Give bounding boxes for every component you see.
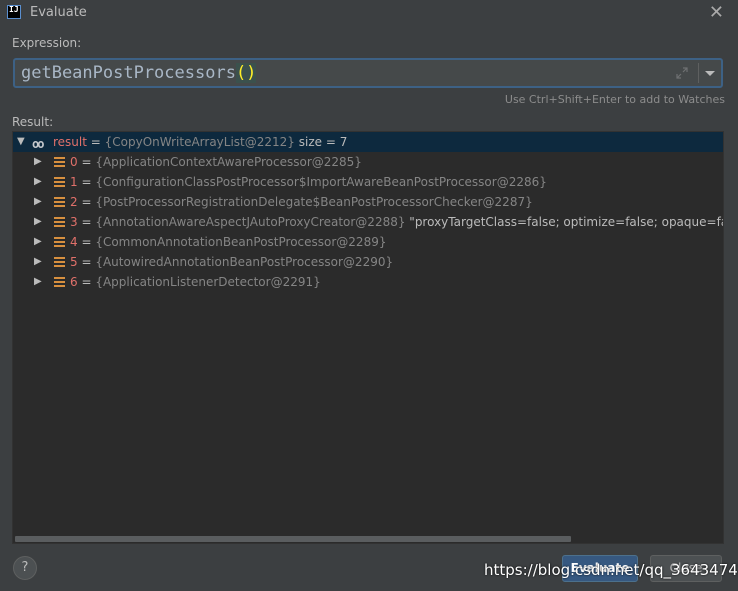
row-text: 3 = {AnnotationAwareAspectJAutoProxyCrea… — [70, 212, 723, 232]
row-text: 5 = {AutowiredAnnotationBeanPostProcesso… — [70, 252, 393, 272]
row-text: 1 = {ConfigurationClassPostProcessor$Imp… — [70, 172, 547, 192]
row-index: 3 — [70, 215, 78, 229]
tree-row[interactable]: ▶ 5 = {AutowiredAnnotationBeanPostProces… — [13, 252, 723, 272]
expand-triangle-icon[interactable]: ▶ — [34, 172, 42, 192]
field-icon — [54, 277, 65, 287]
expand-triangle-icon[interactable]: ▶ — [34, 272, 42, 292]
expression-text[interactable]: getBeanPostProcessors() — [21, 63, 257, 83]
collapse-triangle-icon[interactable]: ▼ — [17, 132, 25, 152]
watermark: https://blog.csdn.net/qq_36434742 — [484, 561, 738, 579]
intellij-app-icon: IJ — [7, 5, 21, 19]
row-text: 4 = {CommonAnnotationBeanPostProcessor@2… — [70, 232, 386, 252]
row-eq: = — [77, 155, 96, 169]
row-text: 6 = {ApplicationListenerDetector@2291} — [70, 272, 321, 292]
expand-triangle-icon[interactable]: ▶ — [34, 232, 42, 252]
row-index: 1 — [70, 175, 78, 189]
root-node-text: result = {CopyOnWriteArrayList@2212} siz… — [53, 132, 347, 152]
tree-row[interactable]: ▶ 1 = {ConfigurationClassPostProcessor$I… — [13, 172, 723, 192]
row-eq: = — [77, 275, 96, 289]
expression-input[interactable]: getBeanPostProcessors() — [13, 58, 723, 88]
result-label: Result: — [12, 115, 54, 129]
help-button[interactable]: ? — [13, 556, 37, 580]
field-icon — [54, 237, 65, 247]
row-index: 5 — [70, 255, 78, 269]
root-size: size = 7 — [294, 135, 348, 149]
horizontal-scrollbar[interactable] — [13, 534, 723, 543]
row-value: "proxyTargetClass=false; optimize=false;… — [409, 215, 723, 229]
row-eq: = — [77, 215, 96, 229]
expand-triangle-icon[interactable]: ▶ — [34, 192, 42, 212]
root-eq: = — [86, 135, 105, 149]
scrollbar-thumb[interactable] — [15, 536, 571, 542]
expand-triangle-icon[interactable]: ▶ — [34, 252, 42, 272]
field-icon — [54, 157, 65, 167]
tree-row[interactable]: ▶ 4 = {CommonAnnotationBeanPostProcessor… — [13, 232, 723, 252]
close-icon[interactable]: ✕ — [709, 2, 724, 23]
root-type: {CopyOnWriteArrayList@2212} — [104, 135, 295, 149]
tree-row[interactable]: ▶ 6 = {ApplicationListenerDetector@2291} — [13, 272, 723, 292]
expand-triangle-icon[interactable]: ▶ — [34, 152, 42, 172]
row-type: {AnnotationAwareAspectJAutoProxyCreator@… — [95, 215, 406, 229]
row-index: 6 — [70, 275, 78, 289]
expression-method: getBeanPostProcessors — [21, 63, 236, 83]
row-text: 0 = {ApplicationContextAwareProcessor@22… — [70, 152, 362, 172]
row-type: {AutowiredAnnotationBeanPostProcessor@22… — [95, 255, 394, 269]
root-name: result — [53, 135, 87, 149]
window-title: Evaluate — [30, 5, 87, 20]
tree-row[interactable]: ▶ 0 = {ApplicationContextAwareProcessor@… — [13, 152, 723, 172]
row-index: 0 — [70, 155, 78, 169]
glasses-icon: oo — [32, 137, 45, 151]
row-text: 2 = {PostProcessorRegistrationDelegate$B… — [70, 192, 533, 212]
row-eq: = — [77, 235, 96, 249]
expression-label: Expression: — [12, 36, 82, 50]
row-index: 4 — [70, 235, 78, 249]
dropdown-separator — [698, 63, 699, 83]
title-bar: IJ Evaluate ✕ — [0, 0, 738, 26]
expand-icon[interactable] — [675, 66, 689, 80]
expand-triangle-icon[interactable]: ▶ — [34, 212, 42, 232]
row-type: {CommonAnnotationBeanPostProcessor@2289} — [95, 235, 387, 249]
field-icon — [54, 217, 65, 227]
result-tree[interactable]: ▼ oo result = {CopyOnWriteArrayList@2212… — [12, 131, 724, 544]
chevron-down-icon[interactable] — [705, 71, 715, 76]
row-type: {ApplicationContextAwareProcessor@2285} — [95, 155, 362, 169]
tree-root-row[interactable]: ▼ oo result = {CopyOnWriteArrayList@2212… — [13, 132, 723, 152]
row-type: {PostProcessorRegistrationDelegate$BeanP… — [95, 195, 533, 209]
row-eq: = — [77, 255, 96, 269]
field-icon — [54, 177, 65, 187]
row-eq: = — [77, 175, 96, 189]
row-index: 2 — [70, 195, 78, 209]
row-type: {ConfigurationClassPostProcessor$ImportA… — [95, 175, 547, 189]
expression-parens: () — [235, 63, 257, 83]
row-type: {ApplicationListenerDetector@2291} — [95, 275, 321, 289]
tree-row[interactable]: ▶ 3 = {AnnotationAwareAspectJAutoProxyCr… — [13, 212, 723, 232]
field-icon — [54, 197, 65, 207]
row-eq: = — [77, 195, 96, 209]
field-icon — [54, 257, 65, 267]
watches-hint: Use Ctrl+Shift+Enter to add to Watches — [504, 93, 725, 106]
tree-row[interactable]: ▶ 2 = {PostProcessorRegistrationDelegate… — [13, 192, 723, 212]
